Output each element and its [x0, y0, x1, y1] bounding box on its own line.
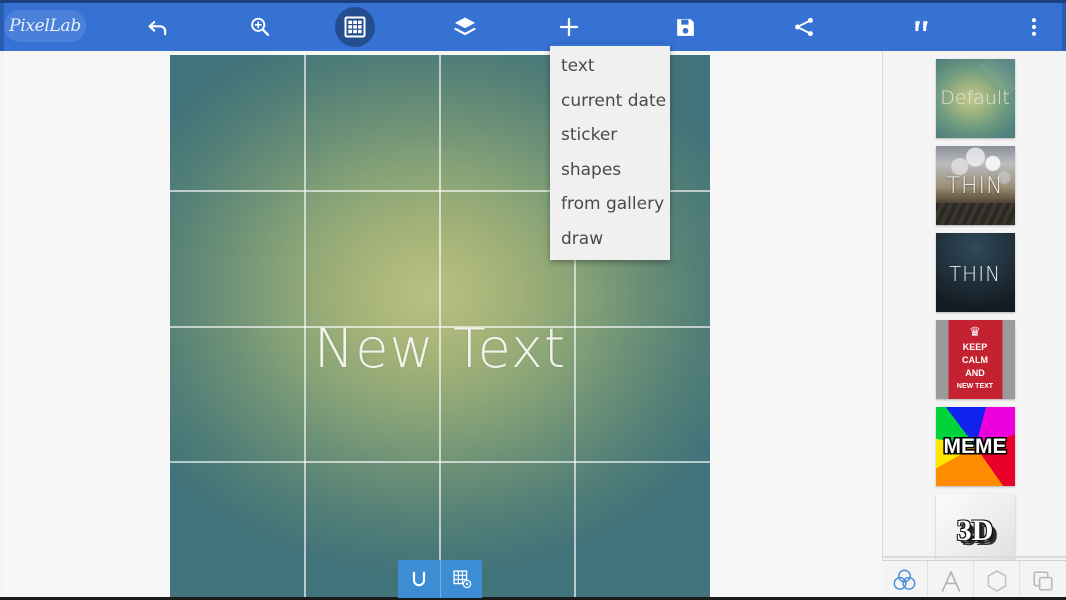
hexagon-icon [987, 569, 1006, 592]
floppy-disk-icon [676, 18, 694, 36]
preset-thin-dark-label: THIN [948, 262, 1002, 286]
preset-thin-bokeh[interactable]: THIN [935, 146, 1015, 225]
duplicate-tool-button[interactable] [1020, 561, 1066, 600]
preset-meme-label: MEME [943, 435, 1007, 458]
share-button[interactable] [776, 3, 832, 51]
preset-keep-calm-line-4: NEW TEXT [956, 383, 994, 390]
grid-icon [344, 16, 366, 38]
color-tool-button[interactable] [882, 560, 928, 600]
menu-item-current-date[interactable]: current date [550, 84, 670, 119]
layers-button[interactable] [437, 3, 493, 51]
app-logo[interactable]: PixelLab [4, 10, 86, 42]
preset-thin-dark[interactable]: THIN [935, 233, 1015, 312]
menu-item-text[interactable]: text [550, 49, 670, 84]
undo-icon [148, 21, 167, 36]
pixellab-app-window: PixelLab New Text text current date stic… [0, 0, 1066, 600]
quote-button[interactable] [894, 3, 950, 51]
quotation-mark-icon [915, 21, 928, 31]
zoom-button[interactable] [232, 3, 288, 51]
grid-settings-icon [452, 570, 471, 589]
layers-icon [454, 17, 476, 36]
menu-item-draw[interactable]: draw [550, 222, 670, 257]
preset-thin-bokeh-label: THIN [946, 174, 1004, 199]
share-icon [795, 17, 813, 37]
magnifier-plus-icon [251, 17, 270, 36]
copy-squares-icon [1033, 570, 1053, 591]
menu-item-shapes[interactable]: shapes [550, 153, 670, 188]
canvas-grid-line-h3 [170, 461, 710, 463]
canvas-floating-toolbar [398, 560, 482, 598]
preset-3d-label: 3D [956, 514, 994, 547]
sidebar-bottom-toolbar [882, 560, 1066, 600]
left-gutter [0, 51, 3, 600]
preset-meme[interactable]: MEME [935, 407, 1015, 486]
overflow-menu-button[interactable] [1012, 3, 1056, 51]
preset-keep-calm-line-3: AND [965, 368, 985, 378]
preset-default[interactable]: Default [935, 59, 1015, 138]
crown-icon: ♛ [969, 324, 981, 339]
preset-default-label: Default [940, 87, 1010, 109]
add-dropdown-menu: text current date sticker shapes from ga… [550, 44, 670, 260]
preset-keep-calm-line-2: CALM [962, 355, 988, 365]
presets-sidebar: Default THIN THIN ♛ KEEP CALM AND NEW TE… [882, 51, 1066, 600]
magnet-icon [412, 571, 426, 587]
shape-tool-button[interactable] [974, 560, 1020, 600]
grid-settings-button[interactable] [440, 560, 482, 598]
plus-icon [559, 17, 579, 37]
menu-item-sticker[interactable]: sticker [550, 118, 670, 153]
kebab-menu-icon [1031, 18, 1037, 36]
letter-a-icon [941, 570, 960, 592]
undo-button[interactable] [130, 3, 186, 51]
preset-keep-calm[interactable]: ♛ KEEP CALM AND NEW TEXT [935, 320, 1015, 399]
color-circles-icon [893, 569, 916, 590]
toolbar-right-edge [1062, 3, 1066, 51]
grid-button[interactable] [335, 3, 375, 51]
menu-item-from-gallery[interactable]: from gallery [550, 187, 670, 222]
snap-magnet-button[interactable] [398, 560, 440, 598]
font-tool-button[interactable] [928, 560, 974, 600]
sidebar-bottom-divider [882, 556, 1066, 558]
preset-keep-calm-line-1: KEEP [962, 342, 988, 352]
canvas-text-object[interactable]: New Text [170, 317, 710, 380]
presets-list[interactable]: Default THIN THIN ♛ KEEP CALM AND NEW TE… [883, 51, 1066, 573]
app-logo-text: PixelLab [9, 16, 81, 36]
